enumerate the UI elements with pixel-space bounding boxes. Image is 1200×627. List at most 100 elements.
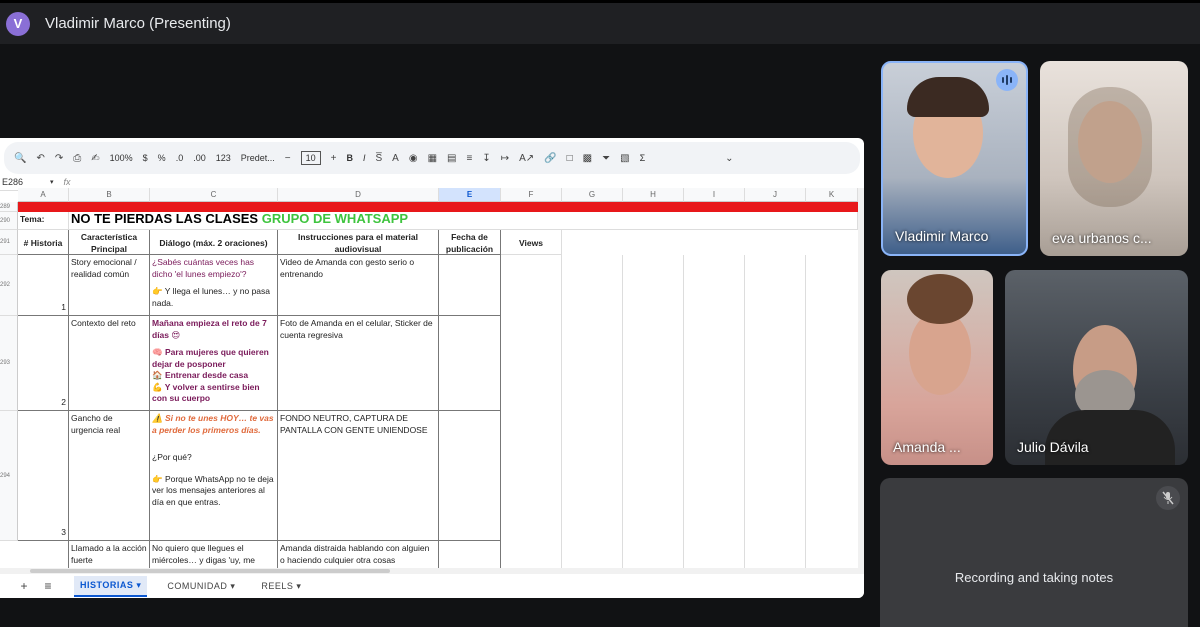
row-number[interactable]: 292 (0, 255, 18, 316)
redo-icon[interactable]: ↷ (55, 153, 63, 164)
print-icon[interactable]: ⎙ (73, 153, 81, 164)
dialogo-line: 👉 Y llega el lunes… y no pasa nada. (152, 286, 271, 308)
header-views[interactable]: Views (501, 230, 562, 255)
align-icon[interactable]: ≡ (466, 153, 472, 164)
strikethrough-icon[interactable]: S̅ (376, 153, 383, 164)
participant-tile-julio[interactable]: Julio Dávila (1005, 270, 1188, 465)
header-fecha[interactable]: Fecha de publicación (439, 230, 501, 255)
instrucciones-cell[interactable]: Video de Amanda con gesto serio o entren… (278, 255, 439, 316)
text-color-icon[interactable]: A (392, 153, 399, 164)
header-instrucciones[interactable]: Instrucciones para el material audiovisu… (278, 230, 439, 255)
row-number[interactable]: 291 (0, 230, 18, 255)
historia-number[interactable] (18, 541, 69, 568)
vertical-scrollbar[interactable] (858, 188, 864, 568)
undo-icon[interactable]: ↶ (36, 153, 44, 164)
caracteristica-cell[interactable]: Contexto del reto (69, 316, 150, 411)
col-header[interactable]: I (684, 188, 745, 202)
all-sheets-icon[interactable]: ≡ (36, 579, 60, 593)
participant-tile-eva[interactable]: eva urbanos c... (1040, 61, 1188, 256)
dialogo-cell[interactable]: ⚠️ Si no te unes HOY… te vas a perder lo… (150, 411, 278, 541)
title-cell[interactable]: NO TE PIERDAS LAS CLASES GRUPO DE WHATSA… (69, 212, 858, 230)
tab-reels[interactable]: REELS ▾ (255, 577, 307, 596)
rotate-icon[interactable]: A↗ (519, 153, 534, 164)
column-headers: A B C D E F G H I J K (18, 188, 858, 202)
percent-button[interactable]: % (158, 153, 166, 163)
participant-video (907, 274, 973, 324)
historia-number[interactable]: 2 (18, 316, 69, 411)
row-number[interactable]: 294 (0, 411, 18, 541)
font-size-input[interactable]: 10 (300, 151, 321, 165)
instrucciones-cell[interactable]: Foto de Amanda en el celular, Sticker de… (278, 316, 439, 411)
caracteristica-cell[interactable]: Story emocional / realidad común (69, 255, 150, 316)
filter-icon[interactable]: ⏷ (602, 153, 610, 164)
decrease-decimals-button[interactable]: .0 (176, 153, 184, 163)
title-whatsapp: GRUPO DE WHATSAPP (261, 212, 409, 226)
empty-columns[interactable] (501, 255, 858, 568)
chevron-down-icon[interactable]: ▾ (50, 178, 54, 186)
increase-decimals-button[interactable]: .00 (193, 153, 206, 163)
bold-button[interactable]: B (346, 153, 353, 163)
col-header[interactable]: A (18, 188, 69, 202)
historia-number[interactable]: 1 (18, 255, 69, 316)
tema-label[interactable]: Tema: (18, 212, 69, 230)
dialogo-cell[interactable]: No quiero que llegues el miércoles… y di… (150, 541, 278, 568)
historia-number[interactable]: 3 (18, 411, 69, 541)
fecha-cell[interactable] (439, 255, 501, 316)
participant-name: Julio Dávila (1017, 439, 1089, 455)
valign-icon[interactable]: ↧ (482, 153, 490, 164)
font-select[interactable]: Predet... (241, 153, 275, 163)
col-header[interactable]: E (439, 188, 501, 202)
row-number[interactable]: 293 (0, 316, 18, 411)
col-header[interactable]: H (623, 188, 684, 202)
header-historia[interactable]: # Historia (18, 230, 69, 255)
fecha-cell[interactable] (439, 411, 501, 541)
views-icon[interactable]: ▧ (620, 153, 629, 164)
tab-comunidad[interactable]: COMUNIDAD ▾ (161, 577, 241, 596)
chart-icon[interactable]: ▩ (583, 153, 592, 164)
instrucciones-cell[interactable]: FONDO NEUTRO, CAPTURA DE PANTALLA CON GE… (278, 411, 439, 541)
fill-color-icon[interactable]: ◉ (409, 153, 418, 164)
zoom-select[interactable]: 100% (110, 153, 133, 163)
paint-format-icon[interactable]: ✍ (91, 153, 99, 164)
name-box[interactable]: E286 (0, 177, 50, 187)
decrease-font-icon[interactable]: − (285, 153, 291, 164)
add-sheet-icon[interactable]: + (12, 579, 36, 593)
wrap-icon[interactable]: ↦ (501, 153, 509, 164)
col-header[interactable]: K (806, 188, 858, 202)
notes-tile[interactable]: Recording and taking notes (880, 478, 1188, 627)
search-icon[interactable]: 🔍 (14, 153, 26, 164)
more-formats-button[interactable]: 123 (216, 153, 231, 163)
instrucciones-cell[interactable]: Amanda distraida hablando con alguien o … (278, 541, 439, 568)
col-header[interactable]: G (562, 188, 623, 202)
header-caracteristica[interactable]: Característica Principal (69, 230, 150, 255)
chevron-down-icon[interactable]: ⌄ (725, 153, 733, 164)
scroll-thumb[interactable] (30, 569, 390, 573)
caracteristica-cell[interactable]: Llamado a la acción fuerte (69, 541, 150, 568)
header-dialogo[interactable]: Diálogo (máx. 2 oraciones) (150, 230, 278, 255)
increase-font-icon[interactable]: + (331, 153, 337, 164)
col-header[interactable]: C (150, 188, 278, 202)
col-header[interactable]: D (278, 188, 439, 202)
fecha-cell[interactable] (439, 541, 501, 568)
fecha-cell[interactable] (439, 316, 501, 411)
functions-button[interactable]: Σ (640, 153, 646, 163)
presenter-avatar: V (6, 11, 30, 36)
col-header[interactable]: J (745, 188, 806, 202)
sheet-grid[interactable]: A B C D E F G H I J K 289 290 291 292 29… (0, 188, 858, 568)
row-number[interactable]: 290 (0, 212, 18, 230)
comment-icon[interactable]: □ (567, 153, 573, 164)
currency-button[interactable]: $ (143, 153, 148, 163)
participant-tile-amanda[interactable]: Amanda ... (881, 270, 993, 465)
dialogo-cell[interactable]: Mañana empieza el reto de 7 días 😍 🧠 Par… (150, 316, 278, 411)
borders-icon[interactable]: ▦ (428, 153, 437, 164)
col-header[interactable]: B (69, 188, 150, 202)
dialogo-cell[interactable]: ¿Sabés cuántas veces has dicho 'el lunes… (150, 255, 278, 316)
italic-button[interactable]: I (363, 153, 366, 163)
merge-icon[interactable]: ▤ (447, 153, 456, 164)
participant-tile-vladimir[interactable]: Vladimir Marco (881, 61, 1028, 256)
row-number[interactable]: 289 (0, 202, 18, 212)
tab-historias[interactable]: HISTORIAS ▾ (74, 575, 148, 597)
link-icon[interactable]: 🔗 (544, 153, 556, 164)
col-header[interactable]: F (501, 188, 562, 202)
caracteristica-cell[interactable]: Gancho de urgencia real (69, 411, 150, 541)
